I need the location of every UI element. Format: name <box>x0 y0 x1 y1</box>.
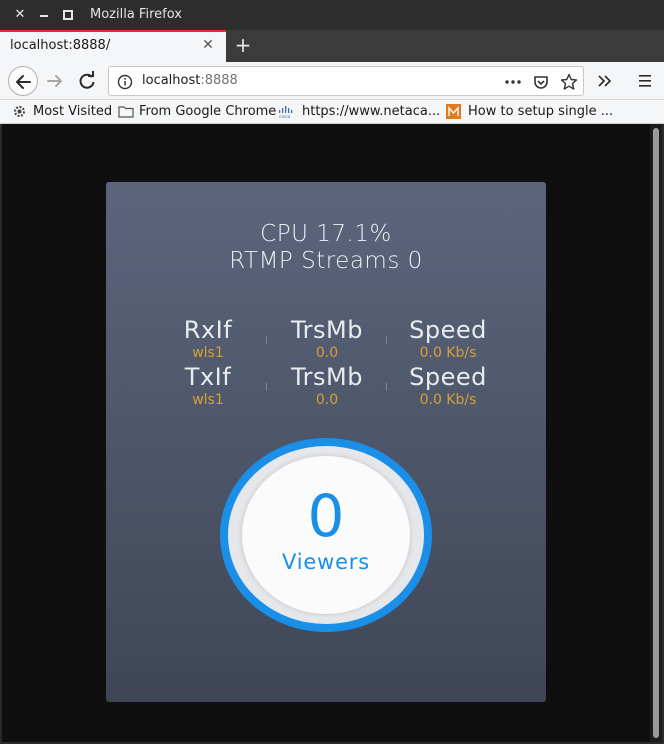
close-window-icon[interactable]: ✕ <box>12 7 28 23</box>
tab-title: localhost:8888/ <box>10 38 111 53</box>
rx-iface-value: wls1 <box>192 345 224 361</box>
viewers-label: Viewers <box>282 550 370 574</box>
bookmark-most-visited[interactable]: Most Visited <box>33 102 112 122</box>
minimize-window-icon[interactable] <box>36 7 52 23</box>
back-arrow-icon <box>16 75 31 89</box>
maximize-window-icon[interactable] <box>60 7 76 23</box>
bookmarks-toolbar: Most Visited From Google Chrome cisco ht… <box>0 100 664 124</box>
hamburger-menu-icon[interactable] <box>632 68 658 94</box>
gear-icon <box>12 104 27 119</box>
vertical-scrollbar[interactable] <box>650 124 662 742</box>
rx-mb-value: 0.0 <box>315 345 339 361</box>
cisco-icon: cisco <box>278 104 293 120</box>
rx-speed-value: 0.0 Kb/s <box>419 345 477 361</box>
rtmp-streams: RTMP Streams 0 <box>229 248 423 274</box>
viewers-gauge: 0 Viewers <box>220 438 432 632</box>
tab-strip: localhost:8888/ ✕ + <box>0 30 664 62</box>
navigation-toolbar: localhost:8888 <box>0 62 664 100</box>
pocket-icon[interactable] <box>531 72 551 92</box>
stats-card: CPU 17.1% RTMP Streams 0 RxIf wls1 TrsMb… <box>106 182 546 702</box>
tx-speed-label: Speed <box>409 363 487 391</box>
forward-arrow-icon <box>47 75 62 87</box>
divider <box>386 336 387 344</box>
tx-speed-value: 0.0 Kb/s <box>419 392 477 408</box>
tx-mb-value: 0.0 <box>315 392 339 408</box>
cpu-usage: CPU 17.1% <box>260 221 392 247</box>
tx-mb-stat: TrsMb 0.0 <box>267 363 387 409</box>
tx-speed-stat: Speed 0.0 Kb/s <box>388 363 508 409</box>
viewers-count: 0 <box>307 482 345 550</box>
rx-speed-label: Speed <box>409 316 487 344</box>
url-port: :8888 <box>200 73 238 88</box>
tab-localhost[interactable]: localhost:8888/ ✕ <box>0 30 226 62</box>
back-button[interactable] <box>8 66 38 96</box>
url-host: localhost <box>142 73 201 88</box>
rx-iface-stat: RxIf wls1 <box>148 316 268 362</box>
rx-mb-stat: TrsMb 0.0 <box>267 316 387 362</box>
page-actions-icon[interactable] <box>503 72 523 92</box>
overflow-chevron-icon[interactable] <box>592 68 618 94</box>
bookmark-netacad[interactable]: https://www.netaca... <box>302 102 440 122</box>
tab-close-icon[interactable]: ✕ <box>200 37 216 53</box>
rx-iface-label: RxIf <box>183 316 233 344</box>
reload-button[interactable] <box>74 68 100 94</box>
rx-mb-label: TrsMb <box>291 316 363 344</box>
page-content: CPU 17.1% RTMP Streams 0 RxIf wls1 TrsMb… <box>2 124 650 742</box>
tx-iface-value: wls1 <box>192 392 224 408</box>
tx-iface-stat: TxIf wls1 <box>148 363 268 409</box>
svg-text:cisco: cisco <box>279 114 291 119</box>
rx-speed-stat: Speed 0.0 Kb/s <box>388 316 508 362</box>
divider <box>386 383 387 391</box>
new-tab-icon[interactable]: + <box>232 33 254 57</box>
bookmark-from-google-chrome[interactable]: From Google Chrome <box>139 102 276 122</box>
bookmark-how-to-setup[interactable]: How to setup single ... <box>468 102 613 122</box>
url-text: localhost:8888 <box>142 73 238 88</box>
window-title: Mozilla Firefox <box>90 7 182 22</box>
tx-iface-label: TxIf <box>184 363 232 391</box>
site-info-icon[interactable] <box>115 72 135 92</box>
folder-icon <box>118 104 134 119</box>
site-favicon-icon <box>446 104 461 119</box>
reload-icon <box>79 71 95 89</box>
forward-button[interactable] <box>42 68 68 94</box>
scrollbar-thumb[interactable] <box>653 128 659 738</box>
window-titlebar: ✕ Mozilla Firefox <box>0 0 664 30</box>
bookmark-star-icon[interactable] <box>559 72 579 92</box>
url-bar[interactable]: localhost:8888 <box>108 66 584 96</box>
gauge-face: 0 Viewers <box>242 456 410 614</box>
tx-mb-label: TrsMb <box>291 363 363 391</box>
